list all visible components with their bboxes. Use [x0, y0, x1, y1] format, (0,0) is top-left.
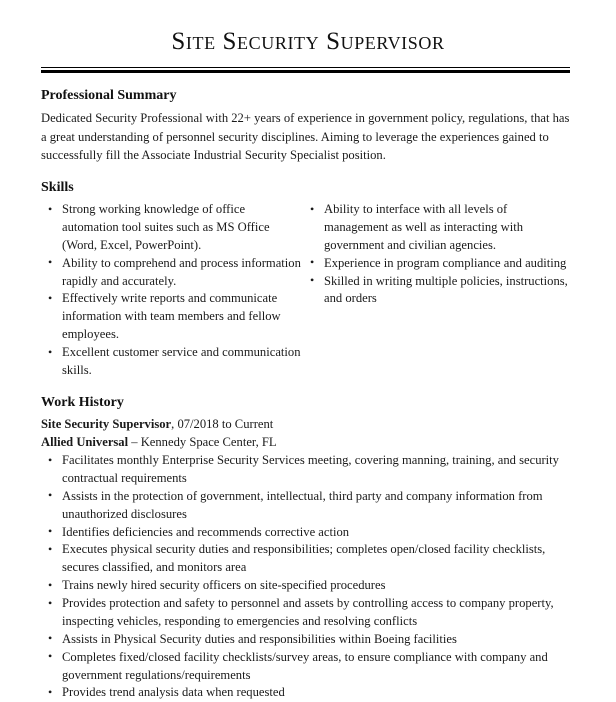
resume-page: Site Security Supervisor Professional Su… — [0, 0, 616, 700]
list-item: Provides trend analysis data when reques… — [41, 684, 575, 702]
job-title: Site Security Supervisor — [41, 417, 171, 431]
section-work-history: Work History Site Security Supervisor, 0… — [41, 394, 575, 702]
section-heading-professional-summary: Professional Summary — [41, 87, 575, 105]
skills-list-left: Strong working knowledge of office autom… — [41, 201, 303, 380]
skills-column-right: Ability to interface with all levels of … — [303, 201, 570, 308]
section-heading-work-history: Work History — [41, 394, 575, 412]
list-item: Identifies deficiencies and recommends c… — [41, 524, 575, 542]
job-location: – Kennedy Space Center, FL — [128, 435, 276, 449]
job-company-line: Allied Universal – Kennedy Space Center,… — [41, 434, 575, 452]
skills-list-right: Ability to interface with all levels of … — [303, 201, 570, 308]
resume-content: Professional Summary Dedicated Security … — [0, 87, 616, 702]
skills-columns: Strong working knowledge of office autom… — [41, 201, 575, 380]
work-history-entry: Site Security Supervisor, 07/2018 to Cur… — [41, 416, 575, 702]
job-responsibilities-list: Facilitates monthly Enterprise Security … — [41, 452, 575, 702]
list-item: Facilitates monthly Enterprise Security … — [41, 452, 575, 488]
list-item: Strong working knowledge of office autom… — [41, 201, 303, 255]
list-item: Trains newly hired security officers on … — [41, 577, 575, 595]
list-item: Ability to comprehend and process inform… — [41, 255, 303, 291]
job-company: Allied Universal — [41, 435, 128, 449]
section-skills: Skills Strong working knowledge of offic… — [41, 179, 575, 380]
list-item: Ability to interface with all levels of … — [303, 201, 570, 255]
resume-header: Site Security Supervisor — [0, 0, 616, 73]
list-item: Excellent customer service and communica… — [41, 344, 303, 380]
professional-summary-text: Dedicated Security Professional with 22+… — [41, 109, 575, 165]
list-item: Provides protection and safety to person… — [41, 595, 575, 631]
list-item: Effectively write reports and communicat… — [41, 290, 303, 344]
divider-thick-line — [41, 70, 570, 73]
job-title-line: Site Security Supervisor, 07/2018 to Cur… — [41, 416, 575, 434]
list-item: Assists in the protection of government,… — [41, 488, 575, 524]
list-item: Assists in Physical Security duties and … — [41, 631, 575, 649]
list-item: Completes fixed/closed facility checklis… — [41, 649, 575, 685]
list-item: Executes physical security duties and re… — [41, 541, 575, 577]
job-dates: , 07/2018 to Current — [171, 417, 273, 431]
page-title: Site Security Supervisor — [0, 28, 616, 56]
list-item: Skilled in writing multiple policies, in… — [303, 273, 570, 309]
section-heading-skills: Skills — [41, 179, 575, 197]
list-item: Experience in program compliance and aud… — [303, 255, 570, 273]
skills-column-left: Strong working knowledge of office autom… — [41, 201, 303, 380]
section-professional-summary: Professional Summary Dedicated Security … — [41, 87, 575, 165]
header-divider — [41, 67, 570, 73]
